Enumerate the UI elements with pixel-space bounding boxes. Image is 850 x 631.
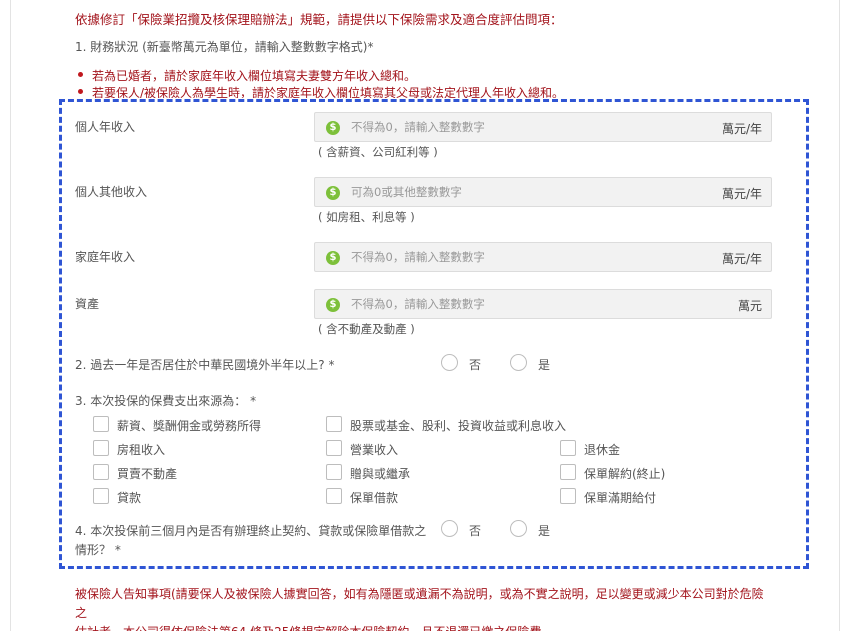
checkbox-investment[interactable] [326, 416, 342, 432]
hint-assets: ( 含不動產及動產 ) [318, 322, 415, 336]
q3-title: 3. 本次投保的保費支出來源為： * [75, 394, 257, 408]
hint-other-income: ( 如房租、利息等 ) [318, 210, 415, 224]
q2-radio-no[interactable] [441, 354, 458, 371]
checkbox-label: 買賣不動產 [117, 467, 178, 481]
label-other-income: 個人其他收入 [75, 185, 148, 199]
highlight-box [59, 99, 809, 569]
q4-title-line1: 4. 本次投保前三個月內是否有辦理終止契約、貸款或保險單借款之 [75, 524, 427, 538]
notice-line2: 估計者，本公司得依保險法第64 條及25條規定解除本保險契約，且不退還已繳之保險… [75, 623, 775, 631]
q4-radio-yes[interactable] [510, 520, 527, 537]
checkbox-label: 股票或基金、股利、投資收益或利息收入 [350, 419, 567, 433]
dollar-icon: $ [326, 251, 340, 265]
checkbox-surrender[interactable] [560, 464, 576, 480]
checkbox-rent[interactable] [93, 440, 109, 456]
label-personal-income: 個人年收入 [75, 120, 136, 134]
unit-label: 萬元/年 [721, 122, 762, 136]
unit-label: 萬元 [737, 299, 762, 313]
checkbox-label: 營業收入 [350, 443, 399, 457]
dollar-icon: $ [326, 298, 340, 312]
checkbox-business[interactable] [326, 440, 342, 456]
notice-line1: 被保險人告知事項(請要保人及被保險人據實回答，如有為隱匿或遺漏不為說明，或為不實… [75, 587, 764, 620]
checkbox-maturity[interactable] [560, 488, 576, 504]
hint-personal-income: ( 含薪資、公司紅利等 ) [318, 145, 438, 159]
q4-label-yes: 是 [538, 524, 551, 538]
q1-notes: 若為已婚者，請於家庭年收入欄位填寫夫妻雙方年收入總和。 若要保人/被保險人為學生… [78, 67, 564, 98]
note-student: 若要保人/被保險人為學生時，請於家庭年收入欄位填寫其父母或法定代理人年收入總和。 [78, 84, 564, 98]
note-married: 若為已婚者，請於家庭年收入欄位填寫夫妻雙方年收入總和。 [78, 67, 564, 84]
other-income-field[interactable]: $ 萬元/年 [314, 177, 772, 207]
label-assets: 資產 [75, 297, 100, 311]
checkbox-label: 保單解約(終止) [584, 467, 666, 481]
assets-input[interactable] [351, 290, 691, 318]
checkbox-label: 薪資、獎酬佣金或勞務所得 [117, 419, 262, 433]
household-income-field[interactable]: $ 萬元/年 [314, 242, 772, 272]
other-income-input[interactable] [351, 178, 691, 206]
q2-label-no: 否 [469, 358, 482, 372]
checkbox-loan[interactable] [93, 488, 109, 504]
q2-radio-yes[interactable] [510, 354, 527, 371]
q2-label-yes: 是 [538, 358, 551, 372]
assets-field[interactable]: $ 萬元 [314, 289, 772, 319]
q1-title: 1. 財務狀況 (新臺幣萬元為單位，請輸入整數數字格式)* [75, 40, 374, 54]
personal-income-field[interactable]: $ 萬元/年 [314, 112, 772, 142]
checkbox-policy-loan[interactable] [326, 488, 342, 504]
q4-radio-no[interactable] [441, 520, 458, 537]
household-income-input[interactable] [351, 243, 691, 271]
unit-label: 萬元/年 [721, 252, 762, 266]
q4-title-line2: 情形？ * [75, 543, 121, 557]
checkbox-label: 贈與或繼承 [350, 467, 411, 481]
checkbox-salary[interactable] [93, 416, 109, 432]
dollar-icon: $ [326, 186, 340, 200]
unit-label: 萬元/年 [721, 187, 762, 201]
checkbox-label: 房租收入 [117, 443, 166, 457]
checkbox-label: 保單借款 [350, 491, 399, 505]
checkbox-gift[interactable] [326, 464, 342, 480]
q4-label-no: 否 [469, 524, 482, 538]
label-household-income: 家庭年收入 [75, 250, 136, 264]
checkbox-label: 保單滿期給付 [584, 491, 657, 505]
checkbox-pension[interactable] [560, 440, 576, 456]
insured-notice: 被保險人告知事項(請要保人及被保險人據實回答，如有為隱匿或遺漏不為說明，或為不實… [75, 585, 775, 631]
q2-title: 2. 過去一年是否居住於中華民國境外半年以上? * [75, 358, 335, 372]
personal-income-input[interactable] [351, 113, 691, 141]
intro-text: 依據修訂「保險業招攬及核保理賠辦法」規範，請提供以下保險需求及適合度評估問項： [75, 12, 563, 27]
checkbox-label: 退休金 [584, 443, 621, 457]
checkbox-real-estate[interactable] [93, 464, 109, 480]
checkbox-label: 貸款 [117, 491, 142, 505]
dollar-icon: $ [326, 121, 340, 135]
